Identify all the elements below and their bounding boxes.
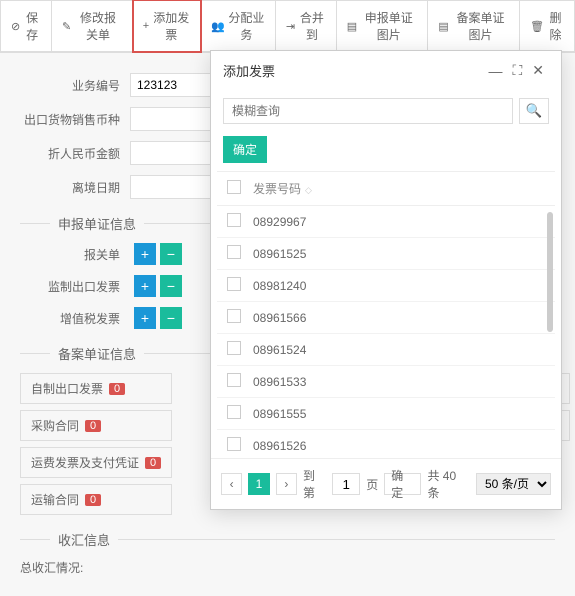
magnifier-icon: 🔍 xyxy=(526,103,543,118)
pager: ‹ 1 › 到第 页 确定 共 40 条 50 条/页 xyxy=(211,458,561,509)
row-checkbox[interactable] xyxy=(227,309,241,323)
vat-invoice-label: 增值税发票 xyxy=(20,310,130,327)
row-checkbox[interactable] xyxy=(227,277,241,291)
badge-self-invoice[interactable]: 自制出口发票0 xyxy=(20,373,172,404)
delete-button[interactable]: 🗑删除 xyxy=(520,0,575,52)
customs-label: 报关单 xyxy=(20,246,130,263)
to-page-label: 到第 xyxy=(303,467,326,501)
page-suffix: 页 xyxy=(366,476,378,493)
row-checkbox[interactable] xyxy=(227,341,241,355)
table-row[interactable]: 08961566 xyxy=(217,302,555,334)
image-icon: ▤ xyxy=(438,20,448,33)
invoice-number: 08961526 xyxy=(253,439,545,453)
sort-icon: ◇ xyxy=(305,185,312,195)
check-icon: ⊘ xyxy=(11,20,20,33)
save-button[interactable]: ⊘保存 xyxy=(0,0,52,52)
invoice-number: 08981240 xyxy=(253,279,545,293)
table-row[interactable]: 08961524 xyxy=(217,334,555,366)
table-row[interactable]: 08961525 xyxy=(217,238,555,270)
table-row[interactable]: 08961555 xyxy=(217,398,555,430)
scrollbar[interactable] xyxy=(547,212,553,332)
supervise-invoice-label: 监制出口发票 xyxy=(20,278,130,295)
merge-icon: ⇥ xyxy=(286,20,295,33)
badge-purchase-contract[interactable]: 采购合同0 xyxy=(20,410,172,441)
toolbar: ⊘保存 ✎修改报关单 +添加发票 👥分配业务 ⇥合并到 ▤申报单证图片 ▤备案单… xyxy=(0,0,575,53)
invoice-number: 08961533 xyxy=(253,375,545,389)
row-checkbox[interactable] xyxy=(227,373,241,387)
declare-img-button[interactable]: ▤申报单证图片 xyxy=(337,0,429,52)
customs-remove-button[interactable]: − xyxy=(160,243,182,265)
pencil-icon: ✎ xyxy=(62,20,71,33)
vat-remove-button[interactable]: − xyxy=(160,307,182,329)
assign-button[interactable]: 👥分配业务 xyxy=(201,0,276,52)
section-remit: 收汇信息 xyxy=(20,530,555,549)
badge-freight-voucher[interactable]: 运费发票及支付凭证0 xyxy=(20,447,172,478)
row-checkbox[interactable] xyxy=(227,405,241,419)
row-checkbox[interactable] xyxy=(227,245,241,259)
table-header: 发票号码◇ xyxy=(217,172,555,206)
export-currency-label: 出口货物销售币种 xyxy=(20,111,130,128)
record-img-button[interactable]: ▤备案单证图片 xyxy=(428,0,520,52)
invoice-table: 发票号码◇ 08929967 08961525 08981240 08961566 08… xyxy=(217,171,555,458)
supervise-remove-button[interactable]: − xyxy=(160,275,182,297)
row-checkbox[interactable] xyxy=(227,437,241,451)
total-label: 共 40 条 xyxy=(427,467,470,501)
page-1-button[interactable]: 1 xyxy=(248,473,269,495)
trash-icon: 🗑 xyxy=(530,20,544,33)
rmb-amount-label: 折人民币金额 xyxy=(20,145,130,162)
modal-title: 添加发票 xyxy=(223,61,483,80)
people-icon: 👥 xyxy=(211,20,225,33)
invoice-number: 08929967 xyxy=(253,215,545,229)
per-page-select[interactable]: 50 条/页 xyxy=(476,473,551,495)
add-invoice-modal: 添加发票 — ⛶ ✕ 🔍 确定 发票号码◇ 08929967 08961525 08… xyxy=(210,50,562,510)
search-input[interactable] xyxy=(223,98,513,124)
invoice-number: 08961525 xyxy=(253,247,545,261)
col-invoice-header[interactable]: 发票号码◇ xyxy=(253,180,545,197)
vat-add-button[interactable]: + xyxy=(134,307,156,329)
image-icon: ▤ xyxy=(347,20,357,33)
supervise-add-button[interactable]: + xyxy=(134,275,156,297)
confirm-button[interactable]: 确定 xyxy=(223,136,267,163)
row-checkbox[interactable] xyxy=(227,213,241,227)
badge-transport-contract[interactable]: 运输合同0 xyxy=(20,484,172,515)
invoice-number: 08961524 xyxy=(253,343,545,357)
customs-add-button[interactable]: + xyxy=(134,243,156,265)
biz-no-label: 业务编号 xyxy=(20,77,130,94)
search-button[interactable]: 🔍 xyxy=(519,98,549,124)
modal-titlebar: 添加发票 — ⛶ ✕ xyxy=(211,51,561,90)
invoice-number: 08961566 xyxy=(253,311,545,325)
select-all-checkbox[interactable] xyxy=(227,180,241,194)
plus-icon: + xyxy=(143,20,149,32)
table-row[interactable]: 08961533 xyxy=(217,366,555,398)
table-row[interactable]: 08961526 xyxy=(217,430,555,458)
prev-page-button[interactable]: ‹ xyxy=(221,473,242,495)
exit-date-label: 离境日期 xyxy=(20,179,130,196)
next-page-button[interactable]: › xyxy=(276,473,297,495)
merge-button[interactable]: ⇥合并到 xyxy=(276,0,337,52)
maximize-icon[interactable]: ⛶ xyxy=(507,62,527,79)
remit-total-label: 总收汇情况: xyxy=(20,559,93,576)
table-row[interactable]: 08981240 xyxy=(217,270,555,302)
invoice-number: 08961555 xyxy=(253,407,545,421)
goto-confirm-button[interactable]: 确定 xyxy=(384,473,421,495)
modify-button[interactable]: ✎修改报关单 xyxy=(52,0,133,52)
close-icon[interactable]: ✕ xyxy=(527,62,549,79)
add-invoice-button[interactable]: +添加发票 xyxy=(133,0,202,52)
table-row[interactable]: 08929967 xyxy=(217,206,555,238)
page-input[interactable] xyxy=(332,473,360,495)
minimize-icon[interactable]: — xyxy=(483,63,507,79)
